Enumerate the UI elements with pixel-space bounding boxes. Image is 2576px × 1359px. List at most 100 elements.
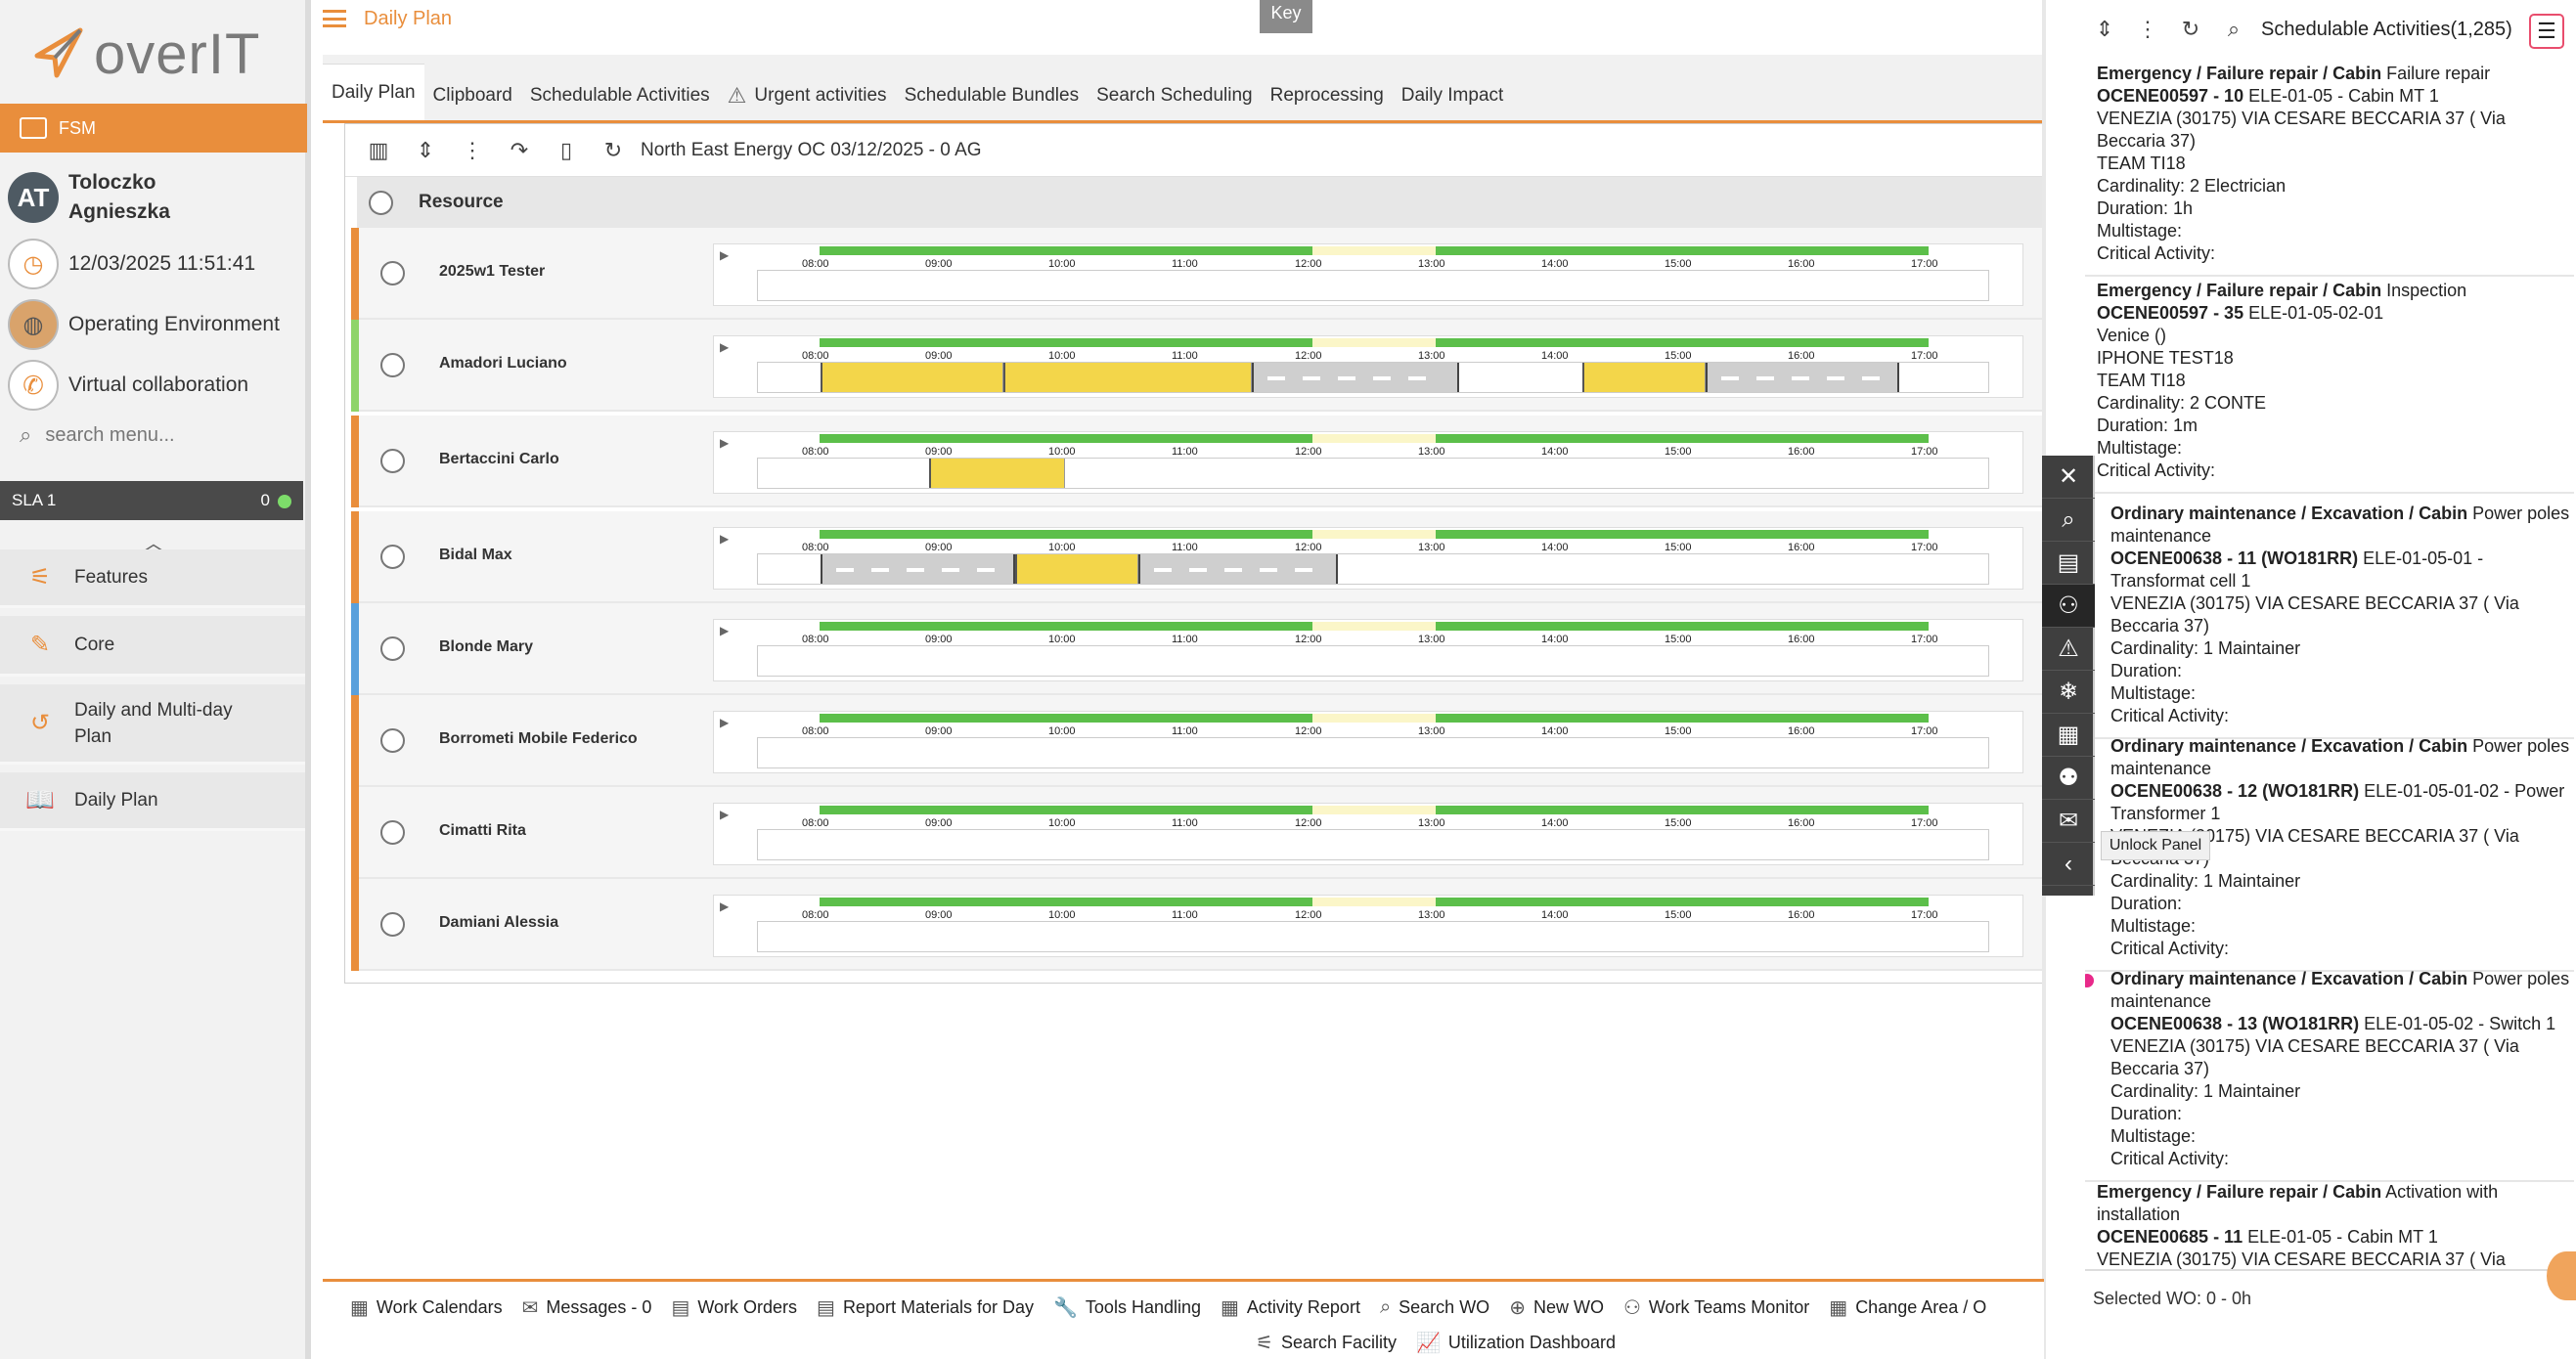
play-icon[interactable]: ▶ xyxy=(720,624,729,637)
resource-row[interactable]: 2025w1 Tester ▶ 08:00 09:00 10:00 11:00 12:00 1… xyxy=(351,228,2047,320)
close-icon[interactable]: ✕ xyxy=(2042,456,2095,499)
select-all-radio[interactable] xyxy=(369,190,393,215)
resource-radio[interactable] xyxy=(380,449,405,473)
tab-daily-impact[interactable]: Daily Impact xyxy=(1393,71,1513,120)
bottom-link-work-calendars[interactable]: ▦ Work Calendars xyxy=(350,1295,503,1320)
bottom-link-tools-handling[interactable]: 🔧 Tools Handling xyxy=(1053,1295,1201,1320)
resource-row[interactable]: Damiani Alessia ▶ 08:00 09:00 10:00 11:00 12:0… xyxy=(351,879,2047,971)
gantt-timeline[interactable]: ▶ 08:00 09:00 10:00 11:00 12:00 13:00 14:00 15:0… xyxy=(713,527,2023,590)
hamburger-icon[interactable] xyxy=(323,10,346,27)
tab-schedulable-bundles[interactable]: Schedulable Bundles xyxy=(896,71,1088,120)
fsm-section[interactable]: FSM xyxy=(0,104,307,153)
more-vertical-icon[interactable]: ⋮ xyxy=(453,131,492,170)
play-icon[interactable]: ▶ xyxy=(720,436,729,450)
tab-search-scheduling[interactable]: Search Scheduling xyxy=(1088,71,1262,120)
user-profile[interactable]: AT Toloczko Agnieszka xyxy=(0,166,307,229)
play-icon[interactable]: ▶ xyxy=(720,532,729,546)
key-button[interactable]: Key xyxy=(1260,0,1312,33)
bottom-link-utilization-dashboard[interactable]: 📈 Utilization Dashboard xyxy=(1416,1331,1616,1355)
bottom-link-messages-0[interactable]: ✉ Messages - 0 xyxy=(522,1295,652,1320)
gantt-timeline[interactable]: ▶ 08:00 09:00 10:00 11:00 12:00 13:00 14:00 15:0… xyxy=(713,895,2023,957)
bottom-link-search-facility[interactable]: ⚟ Search Facility xyxy=(1256,1331,1397,1355)
datetime-row[interactable]: ◷ 12/03/2025 11:51:41 xyxy=(0,237,307,291)
activity-card[interactable]: Ordinary maintenance / Excavation / Cabi… xyxy=(2085,503,2574,739)
resource-radio[interactable] xyxy=(380,820,405,845)
menu-daily-multi-day-plan[interactable]: ↺ Daily and Multi-day Plan xyxy=(0,684,305,765)
redo-icon[interactable]: ↷ xyxy=(500,131,539,170)
travel-block[interactable] xyxy=(821,554,1016,584)
play-icon[interactable]: ▶ xyxy=(720,716,729,729)
users-icon[interactable]: ⚉ xyxy=(2042,757,2095,800)
resource-radio[interactable] xyxy=(380,636,405,661)
play-icon[interactable]: ▶ xyxy=(720,899,729,913)
resource-radio[interactable] xyxy=(380,545,405,569)
resource-radio[interactable] xyxy=(380,353,405,377)
bottom-link-work-orders[interactable]: ▤ Work Orders xyxy=(671,1295,797,1320)
more-vertical-icon[interactable]: ⋮ xyxy=(2132,17,2163,42)
resource-row[interactable]: Bidal Max ▶ 08:00 09:00 10:00 11:00 12:00 13:00… xyxy=(351,511,2047,603)
tab-schedulable-activities[interactable]: Schedulable Activities xyxy=(521,71,719,120)
menu-core[interactable]: ✎ Core xyxy=(0,616,305,677)
activity-card[interactable]: Emergency / Failure repair / Cabin Failu… xyxy=(2085,63,2574,277)
tab-reprocessing[interactable]: Reprocessing xyxy=(1262,71,1393,120)
travel-block[interactable] xyxy=(1705,363,1899,392)
activity-block[interactable] xyxy=(1581,363,1706,392)
bottom-link-activity-report[interactable]: ▦ Activity Report xyxy=(1221,1295,1360,1320)
tab-daily-plan[interactable]: Daily Plan xyxy=(323,64,424,120)
gantt-timeline[interactable]: ▶ 08:00 09:00 10:00 11:00 12:00 13:00 14:00 15:0… xyxy=(713,335,2023,398)
play-icon[interactable]: ▶ xyxy=(720,248,729,262)
resource-row[interactable]: Amadori Luciano ▶ 08:00 09:00 10:00 11:00 12:0… xyxy=(351,320,2047,412)
gantt-timeline[interactable]: ▶ 08:00 09:00 10:00 11:00 12:00 13:00 14:00 15:0… xyxy=(713,619,2023,681)
clipboard-icon[interactable]: ▤ xyxy=(2042,542,2095,585)
play-icon[interactable]: ▶ xyxy=(720,808,729,821)
columns-icon[interactable]: ▥ xyxy=(359,131,398,170)
search-icon[interactable]: ⌕ xyxy=(2218,17,2249,42)
operating-environment[interactable]: ◍ Operating Environment xyxy=(0,297,307,352)
menu-search-input[interactable]: search menu... xyxy=(45,424,174,447)
activity-block[interactable] xyxy=(929,459,1065,488)
resource-radio[interactable] xyxy=(380,728,405,753)
team-settings-icon[interactable]: ⚇ xyxy=(2042,585,2095,628)
gantt-timeline[interactable]: ▶ 08:00 09:00 10:00 11:00 12:00 13:00 14:00 15:0… xyxy=(713,803,2023,865)
refresh-icon[interactable]: ↻ xyxy=(594,131,633,170)
menu-icon[interactable]: ☰ xyxy=(2529,14,2564,49)
menu-daily-plan[interactable]: 📖 Daily Plan xyxy=(0,772,305,831)
gantt-timeline[interactable]: ▶ 08:00 09:00 10:00 11:00 12:00 13:00 14:00 15:0… xyxy=(713,711,2023,773)
play-icon[interactable]: ▶ xyxy=(720,340,729,354)
resource-row[interactable]: Borrometi Mobile Federico ▶ 08:00 09:00 10:0… xyxy=(351,695,2047,787)
expand-collapse-icon[interactable]: ⇕ xyxy=(2089,17,2120,42)
resource-radio[interactable] xyxy=(380,912,405,937)
tab-urgent-activities[interactable]: ⚠ Urgent activities xyxy=(719,71,896,120)
resource-row[interactable]: Cimatti Rita ▶ 08:00 09:00 10:00 11:00 12:00 13… xyxy=(351,787,2047,879)
bottom-link-change-area-o[interactable]: ▦ Change Area / O xyxy=(1829,1295,1986,1320)
expand-collapse-icon[interactable]: ⇕ xyxy=(406,131,445,170)
resource-radio[interactable] xyxy=(380,261,405,285)
refresh-icon[interactable]: ↻ xyxy=(2175,17,2206,42)
resource-row[interactable]: Blonde Mary ▶ 08:00 09:00 10:00 11:00 12:00 13:… xyxy=(351,603,2047,695)
activity-block[interactable] xyxy=(1015,554,1139,584)
activity-card[interactable]: Ordinary maintenance / Excavation / Cabi… xyxy=(2085,968,2574,1182)
bottom-link-report-materials-for-day[interactable]: ▤ Report Materials for Day xyxy=(817,1295,1034,1320)
gantt-timeline[interactable]: ▶ 08:00 09:00 10:00 11:00 12:00 13:00 14:00 15:0… xyxy=(713,431,2023,494)
menu-search[interactable]: ⌕ search menu... xyxy=(20,422,175,448)
sla-bar[interactable]: SLA 1 0 xyxy=(0,481,303,520)
bottom-link-new-wo[interactable]: ⊕ New WO xyxy=(1509,1295,1604,1320)
chevron-left-icon[interactable]: ‹ xyxy=(2042,843,2095,886)
map-icon[interactable]: ▯ xyxy=(547,131,586,170)
mail-icon[interactable]: ✉ xyxy=(2042,800,2095,843)
activity-block[interactable] xyxy=(821,363,1003,392)
search-icon[interactable]: ⌕ xyxy=(2042,499,2095,542)
bottom-link-search-wo[interactable]: ⌕ Search WO xyxy=(1380,1296,1489,1319)
gantt-timeline[interactable]: ▶ 08:00 09:00 10:00 11:00 12:00 13:00 14:00 15:0… xyxy=(713,243,2023,306)
travel-block[interactable] xyxy=(1252,363,1459,392)
resource-row[interactable]: Bertaccini Carlo ▶ 08:00 09:00 10:00 11:00 12:… xyxy=(351,416,2047,507)
tab-clipboard[interactable]: Clipboard xyxy=(424,71,521,120)
activity-block[interactable] xyxy=(1002,363,1253,392)
report-icon[interactable]: ▦ xyxy=(2042,714,2095,757)
travel-block[interactable] xyxy=(1138,554,1339,584)
menu-features[interactable]: ⚟ Features xyxy=(0,549,305,608)
bottom-link-work-teams-monitor[interactable]: ⚇ Work Teams Monitor xyxy=(1623,1295,1809,1320)
warning-icon[interactable]: ⚠ xyxy=(2042,628,2095,671)
snowflake-icon[interactable]: ❄ xyxy=(2042,671,2095,714)
activity-card[interactable]: Emergency / Failure repair / Cabin Inspe… xyxy=(2085,280,2574,494)
